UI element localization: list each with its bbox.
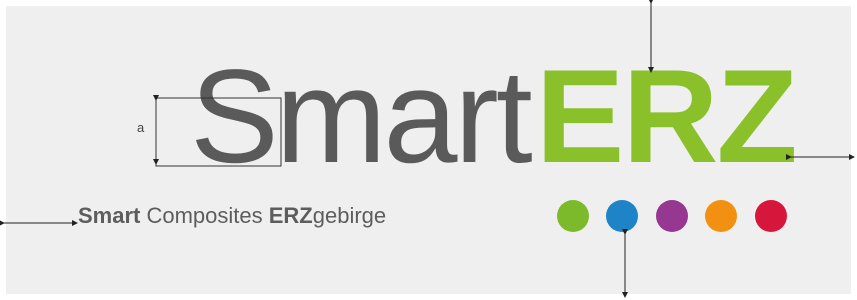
x-height-box bbox=[155, 97, 282, 167]
logo-construction-diagram: SmartERZ Smart Composites ERZgebirge a bbox=[0, 0, 857, 300]
construction-guides bbox=[0, 0, 855, 298]
